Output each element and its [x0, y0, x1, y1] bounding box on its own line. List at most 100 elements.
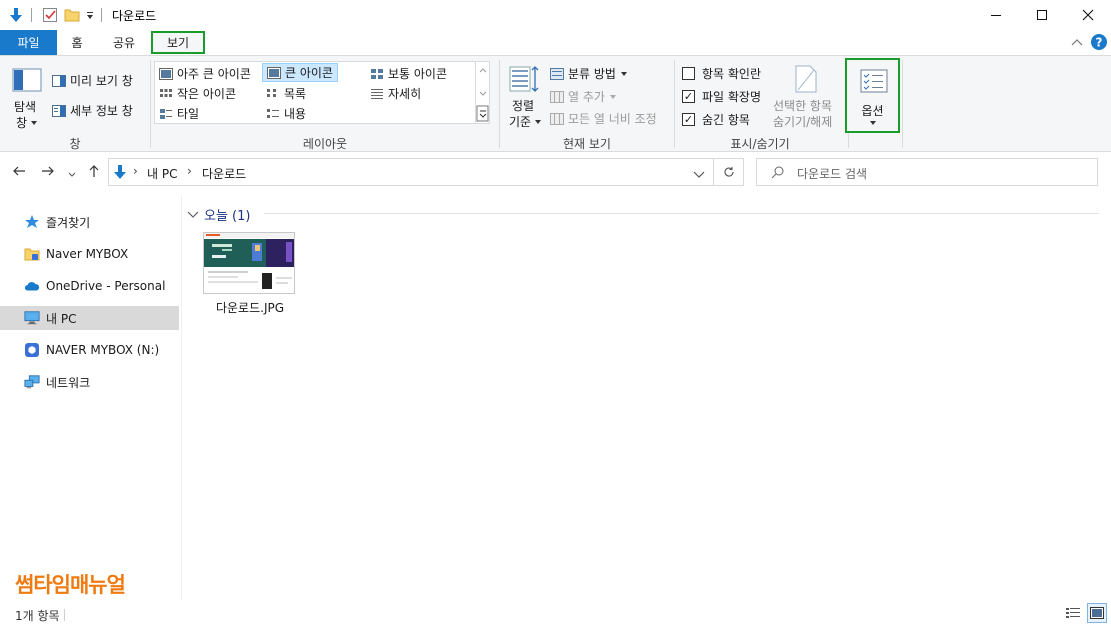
- options-button[interactable]: 옵션: [845, 58, 900, 133]
- file-name: 다운로드.JPG: [215, 301, 285, 315]
- sidebar-item-naver-mybox-drive[interactable]: NAVER MYBOX (N:): [0, 338, 179, 362]
- navigation-pane-icon: [12, 68, 42, 92]
- collapse-group-chevron-icon: [187, 211, 199, 218]
- navigation-pane: 즐겨찾기 Naver MYBOX OneDrive - Personal 내 P…: [0, 200, 180, 600]
- breadcrumb-downloads[interactable]: 다운로드: [202, 165, 246, 182]
- network-icon: [24, 375, 40, 389]
- forward-arrow-icon[interactable]: [41, 164, 55, 182]
- help-icon[interactable]: ?: [1090, 33, 1108, 54]
- address-bar[interactable]: › 내 PC › 다운로드: [108, 158, 714, 186]
- details-pane-button[interactable]: 세부 정보 창: [52, 102, 133, 119]
- title-separator: [101, 8, 102, 22]
- sidebar-item-naver-mybox[interactable]: Naver MYBOX: [0, 242, 179, 266]
- breadcrumb-separator-icon: ›: [187, 164, 192, 178]
- naver-mybox-drive-icon: [24, 343, 40, 357]
- sort-by-button[interactable]: 정렬 기준: [508, 64, 544, 130]
- add-columns-button[interactable]: 열 추가: [550, 88, 617, 105]
- minimize-button[interactable]: [973, 0, 1019, 30]
- group-by-button[interactable]: 분류 방법: [550, 65, 628, 82]
- up-arrow-icon[interactable]: [87, 164, 101, 182]
- sidebar-item-onedrive[interactable]: OneDrive - Personal: [0, 274, 179, 298]
- item-checkboxes-checkbox[interactable]: [682, 67, 695, 80]
- group-separator: [150, 60, 151, 148]
- refresh-button[interactable]: [714, 158, 744, 186]
- large-icons-view-toggle-icon[interactable]: [1087, 603, 1107, 623]
- layout-small-icons[interactable]: 작은 아이콘: [159, 85, 236, 102]
- fit-columns-icon: [550, 112, 564, 125]
- file-item[interactable]: 다운로드.JPG: [200, 228, 300, 318]
- layout-label: 큰 아이콘: [285, 66, 333, 80]
- details-view-toggle-icon[interactable]: [1065, 605, 1081, 624]
- details-pane-icon: [52, 104, 66, 117]
- group-by-label: 분류 방법: [568, 67, 616, 81]
- collapse-ribbon-chevron-icon[interactable]: [1071, 36, 1083, 50]
- item-checkboxes-toggle[interactable]: 항목 확인란: [682, 65, 761, 82]
- tab-home[interactable]: 홈: [60, 31, 94, 54]
- layout-gallery: 아주 큰 아이콘 큰 아이콘 보통 아이콘 작은 아이콘 목록 자세히 타일 내…: [154, 61, 490, 124]
- tab-share[interactable]: 공유: [102, 31, 146, 54]
- fit-columns-label: 모든 열 너비 조정: [568, 112, 657, 126]
- customize-toolbar-chevron-icon[interactable]: [85, 10, 95, 24]
- layout-large-icons[interactable]: 큰 아이콘: [262, 63, 338, 82]
- sidebar-item-quick-access[interactable]: 즐겨찾기: [0, 210, 179, 234]
- quick-access-down-arrow-icon[interactable]: [8, 7, 24, 26]
- layout-list[interactable]: 목록: [266, 85, 306, 102]
- layout-medium-icons[interactable]: 보통 아이콘: [370, 65, 447, 82]
- hidden-items-toggle[interactable]: ✓ 숨긴 항목: [682, 111, 750, 128]
- tab-view[interactable]: 보기: [151, 31, 205, 54]
- image-thumbnail: [203, 232, 295, 294]
- current-view-group-label: 현재 보기: [563, 137, 611, 151]
- pane-group-label: 창: [69, 137, 81, 151]
- fit-columns-button[interactable]: 모든 열 너비 조정: [550, 110, 657, 127]
- hidden-items-checkbox[interactable]: ✓: [682, 113, 695, 126]
- layout-extra-large-icons[interactable]: 아주 큰 아이콘: [159, 65, 251, 82]
- navigation-pane-button[interactable]: 탐색 창: [12, 66, 42, 130]
- search-box[interactable]: 다운로드 검색: [756, 158, 1098, 186]
- search-icon: [771, 166, 784, 182]
- ribbon: 탐색 창 미리 보기 창 세부 정보 창 창 아주 큰 아이콘 큰 아이콘 보통…: [0, 55, 1111, 152]
- hide-selected-label-2: 숨기기/해제: [773, 115, 833, 129]
- group-by-icon: [550, 67, 564, 80]
- layout-scrollbar[interactable]: [475, 62, 489, 123]
- layout-label: 내용: [284, 107, 307, 121]
- title-bar: 다운로드: [0, 0, 1111, 30]
- dropdown-arrow-icon: [609, 94, 616, 99]
- new-folder-icon[interactable]: [64, 7, 80, 26]
- dropdown-arrow-icon: [620, 71, 627, 76]
- hide-selected-button[interactable]: 선택한 항목 숨기기/해제: [770, 64, 842, 130]
- properties-icon[interactable]: [42, 7, 58, 26]
- star-icon: [24, 215, 40, 229]
- sidebar-item-network[interactable]: 네트워크: [0, 370, 179, 394]
- status-separator: [64, 609, 65, 621]
- layout-label: 작은 아이콘: [177, 87, 237, 101]
- group-header-divider: [264, 213, 1099, 214]
- breadcrumb-this-pc[interactable]: 내 PC: [147, 165, 177, 182]
- maximize-button[interactable]: [1019, 0, 1065, 30]
- medium-icons-icon: [371, 68, 383, 79]
- hidden-items-label: 숨긴 항목: [702, 113, 750, 127]
- pane-divider[interactable]: [181, 195, 182, 600]
- recent-locations-chevron-icon[interactable]: [68, 167, 76, 183]
- layout-details[interactable]: 자세히: [370, 85, 421, 102]
- group-header-today[interactable]: 오늘 (1): [187, 205, 250, 224]
- sidebar-item-this-pc[interactable]: 내 PC: [0, 306, 179, 330]
- layout-tiles[interactable]: 타일: [159, 105, 199, 122]
- dropdown-arrow-icon: [870, 121, 876, 125]
- watermark-logo: 썸타임매뉴얼: [15, 573, 126, 597]
- tab-file[interactable]: 파일: [0, 30, 57, 55]
- address-history-chevron-icon[interactable]: [693, 168, 705, 182]
- layout-content[interactable]: 내용: [266, 105, 306, 122]
- file-extensions-checkbox[interactable]: ✓: [682, 90, 695, 103]
- layout-label: 자세히: [388, 87, 422, 101]
- search-placeholder: 다운로드 검색: [797, 167, 868, 181]
- layout-label: 아주 큰 아이콘: [177, 67, 251, 81]
- back-arrow-icon[interactable]: [12, 164, 26, 182]
- sidebar-item-label: NAVER MYBOX (N:): [46, 343, 160, 357]
- file-extensions-label: 파일 확장명: [702, 90, 762, 104]
- file-extensions-toggle[interactable]: ✓ 파일 확장명: [682, 88, 761, 105]
- dropdown-arrow-icon: [31, 120, 38, 125]
- preview-pane-icon: [52, 74, 66, 87]
- close-button[interactable]: [1065, 0, 1111, 30]
- preview-pane-button[interactable]: 미리 보기 창: [52, 72, 133, 89]
- show-hide-group-label: 표시/숨기기: [730, 137, 790, 151]
